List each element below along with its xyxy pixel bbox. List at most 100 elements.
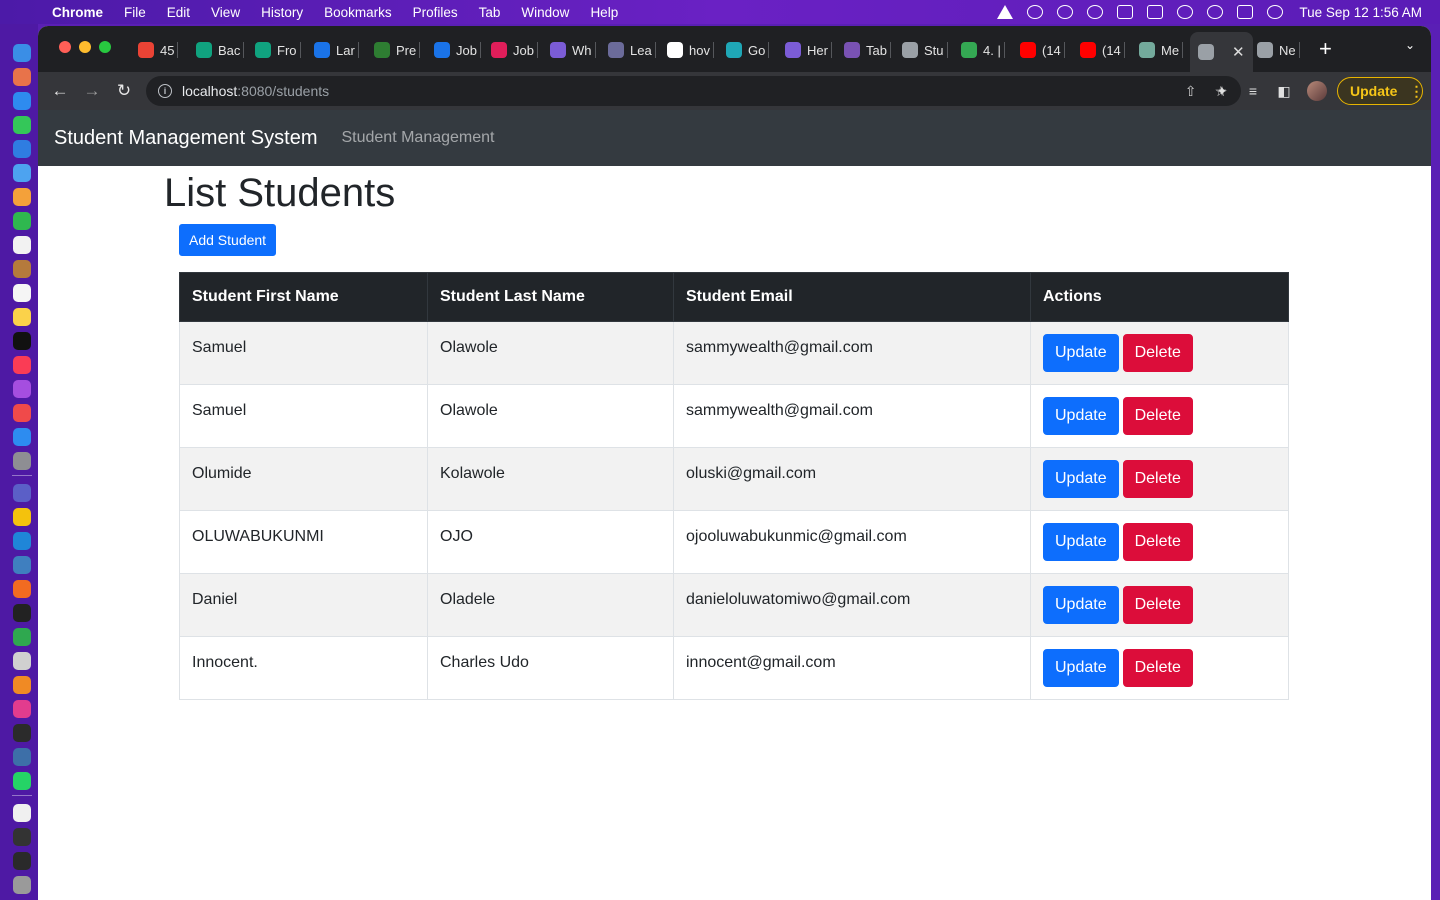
delete-student-button[interactable]: Delete: [1122, 523, 1193, 561]
chrome-icon[interactable]: [13, 508, 31, 526]
finder-icon[interactable]: [13, 44, 31, 62]
podcasts-icon[interactable]: [13, 380, 31, 398]
play-icon[interactable]: [1087, 5, 1104, 19]
wordpress-icon[interactable]: [1057, 5, 1074, 19]
nav-link-student-management[interactable]: Student Management: [341, 129, 494, 147]
spotlight-search-icon[interactable]: [1207, 5, 1224, 19]
menu-file[interactable]: File: [124, 5, 146, 20]
profile-avatar[interactable]: [1307, 81, 1327, 101]
photos-icon[interactable]: [13, 188, 31, 206]
notes-icon[interactable]: [13, 308, 31, 326]
music-icon[interactable]: [13, 356, 31, 374]
whatsapp-icon[interactable]: [13, 772, 31, 790]
tab[interactable]: Lea: [608, 34, 656, 66]
delete-student-button[interactable]: Delete: [1122, 397, 1193, 435]
menu-tab[interactable]: Tab: [479, 5, 501, 20]
tab[interactable]: Wh: [550, 34, 596, 66]
mail-icon[interactable]: [13, 140, 31, 158]
battery-icon[interactable]: [1147, 5, 1164, 19]
close-tab-icon[interactable]: ✕: [1232, 43, 1245, 61]
contacts-icon[interactable]: [13, 260, 31, 278]
vlc-dock-icon[interactable]: [13, 676, 31, 694]
postgres-icon[interactable]: [13, 748, 31, 766]
add-student-button[interactable]: Add Student: [179, 224, 277, 256]
menu-edit[interactable]: Edit: [167, 5, 190, 20]
utorrent-icon[interactable]: [13, 628, 31, 646]
reload-button[interactable]: ↻: [114, 81, 134, 101]
document-icon[interactable]: [13, 804, 31, 822]
control-center-icon[interactable]: [1237, 5, 1254, 19]
minimize-window-button[interactable]: [79, 41, 91, 53]
calendar-icon[interactable]: [13, 236, 31, 254]
clock[interactable]: Tue Sep 12 1:56 AM: [1299, 5, 1422, 20]
trash-icon[interactable]: [13, 876, 31, 894]
menu-history[interactable]: History: [261, 5, 303, 20]
kebab-menu-icon[interactable]: ⋮: [1409, 83, 1423, 100]
terminal-icon[interactable]: [13, 604, 31, 622]
new-tab-button[interactable]: +: [1319, 36, 1332, 62]
update-student-button[interactable]: Update: [1043, 523, 1119, 561]
menu-window[interactable]: Window: [521, 5, 569, 20]
tab[interactable]: Pre: [374, 34, 421, 66]
vscode-icon[interactable]: [13, 532, 31, 550]
menu-help[interactable]: Help: [590, 5, 618, 20]
zoom-window-button[interactable]: [99, 41, 111, 53]
tab[interactable]: 4. |: [961, 34, 1005, 66]
tab[interactable]: Stu: [902, 34, 948, 66]
proxyman-icon[interactable]: [13, 556, 31, 574]
update-student-button[interactable]: Update: [1043, 397, 1119, 435]
tab[interactable]: Job: [434, 34, 481, 66]
update-student-button[interactable]: Update: [1043, 586, 1119, 624]
menu-profiles[interactable]: Profiles: [413, 5, 458, 20]
menu-bookmarks[interactable]: Bookmarks: [324, 5, 392, 20]
tab[interactable]: Bac: [196, 34, 245, 66]
tab[interactable]: (14: [1020, 34, 1065, 66]
tab[interactable]: Me: [1139, 34, 1184, 66]
cloud-icon[interactable]: [1027, 5, 1044, 19]
news-icon[interactable]: [13, 404, 31, 422]
extensions-puzzle-icon[interactable]: ✦: [1214, 83, 1230, 99]
site-info-icon[interactable]: i: [158, 84, 172, 98]
tab[interactable]: Job: [491, 34, 538, 66]
update-student-button[interactable]: Update: [1043, 460, 1119, 498]
wifi-icon[interactable]: [1177, 5, 1194, 19]
apple-tv-icon[interactable]: [13, 332, 31, 350]
chrome-update-button[interactable]: Update ⋮: [1337, 77, 1423, 105]
screenshot-icon[interactable]: [13, 852, 31, 870]
menu-app-name[interactable]: Chrome: [52, 5, 103, 20]
vlc-icon[interactable]: [997, 5, 1014, 19]
delete-student-button[interactable]: Delete: [1122, 334, 1193, 372]
close-window-button[interactable]: [59, 41, 71, 53]
tab[interactable]: 45: [138, 34, 179, 66]
preview-icon[interactable]: [13, 652, 31, 670]
forward-button[interactable]: →: [82, 81, 102, 101]
tab[interactable]: Her: [785, 34, 832, 66]
teams-icon[interactable]: [13, 484, 31, 502]
tab[interactable]: (14: [1080, 34, 1125, 66]
update-student-button[interactable]: Update: [1043, 334, 1119, 372]
siri-icon[interactable]: [1267, 5, 1284, 19]
side-panel-icon[interactable]: ◧: [1276, 83, 1292, 99]
delete-student-button[interactable]: Delete: [1122, 460, 1193, 498]
reminders-icon[interactable]: [13, 284, 31, 302]
maps-icon[interactable]: [13, 164, 31, 182]
delete-student-button[interactable]: Delete: [1122, 586, 1193, 624]
postman-icon[interactable]: [13, 580, 31, 598]
system-settings-icon[interactable]: [13, 452, 31, 470]
tab[interactable]: Go: [726, 34, 770, 66]
tab-search-chevron-icon[interactable]: ⌄: [1405, 38, 1415, 52]
delete-student-button[interactable]: Delete: [1122, 649, 1193, 687]
launchpad-icon[interactable]: [13, 68, 31, 86]
tab[interactable]: Ne: [1257, 34, 1300, 66]
messages-icon[interactable]: [13, 116, 31, 134]
address-bar[interactable]: i localhost:8080/students ⇧ ☆: [146, 76, 1241, 106]
back-button[interactable]: ←: [50, 81, 70, 101]
intellij-icon[interactable]: [13, 700, 31, 718]
tab[interactable]: hov: [667, 34, 714, 66]
safari-icon[interactable]: [13, 92, 31, 110]
window-thumbnail-icon[interactable]: [13, 828, 31, 846]
media-queue-icon[interactable]: ≡: [1245, 83, 1261, 99]
keyboard-icon[interactable]: [1117, 5, 1134, 19]
facetime-icon[interactable]: [13, 212, 31, 230]
navbar-brand[interactable]: Student Management System: [54, 127, 317, 150]
